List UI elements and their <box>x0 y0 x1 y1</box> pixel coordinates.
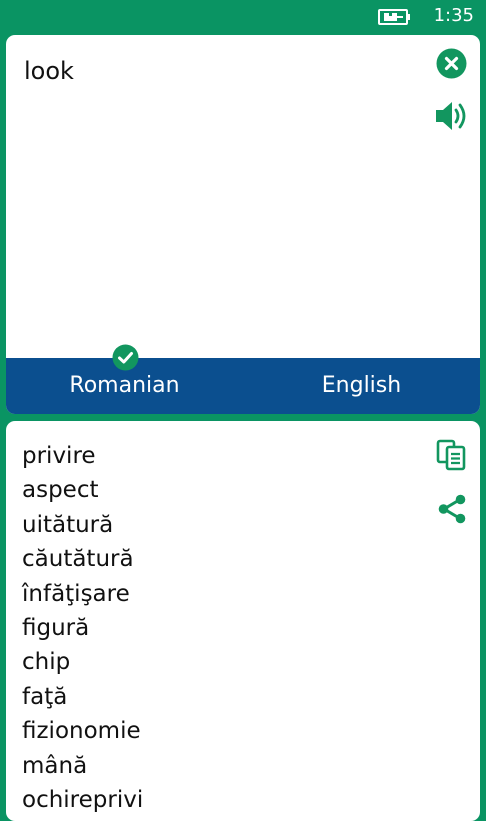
translation-item: înfăţişare <box>22 580 130 607</box>
status-bar: 1:35 <box>0 0 486 34</box>
battery-charging-icon <box>378 9 410 25</box>
translation-item: ochireprivi <box>22 786 144 813</box>
translation-item: căutătură <box>22 546 134 573</box>
speaker-icon[interactable] <box>434 99 470 133</box>
translation-item: fizionomie <box>22 718 141 745</box>
clock: 1:35 <box>433 5 474 26</box>
translation-item: uitătură <box>22 511 114 538</box>
copy-icon[interactable] <box>435 439 469 471</box>
translation-item: chip <box>22 649 71 676</box>
translation-item: aspect <box>22 477 99 504</box>
translation-item: mână <box>22 752 88 779</box>
check-circle-icon <box>112 344 139 371</box>
close-circle-icon[interactable] <box>436 48 467 79</box>
share-icon[interactable] <box>436 493 468 525</box>
translation-item: privire <box>22 443 96 469</box>
input-card[interactable]: look Romanian English <box>6 35 480 414</box>
translation-item: faţă <box>22 683 68 710</box>
output-card: privire aspect uitătură căutătură înfăţi… <box>6 421 480 821</box>
translation-list: privire aspect uitătură căutătură înfăţi… <box>22 439 143 817</box>
language-bar: Romanian English <box>6 358 480 414</box>
target-language-button[interactable]: English <box>243 358 480 414</box>
source-text-input[interactable]: look <box>24 57 74 85</box>
translation-item: figură <box>22 614 90 641</box>
